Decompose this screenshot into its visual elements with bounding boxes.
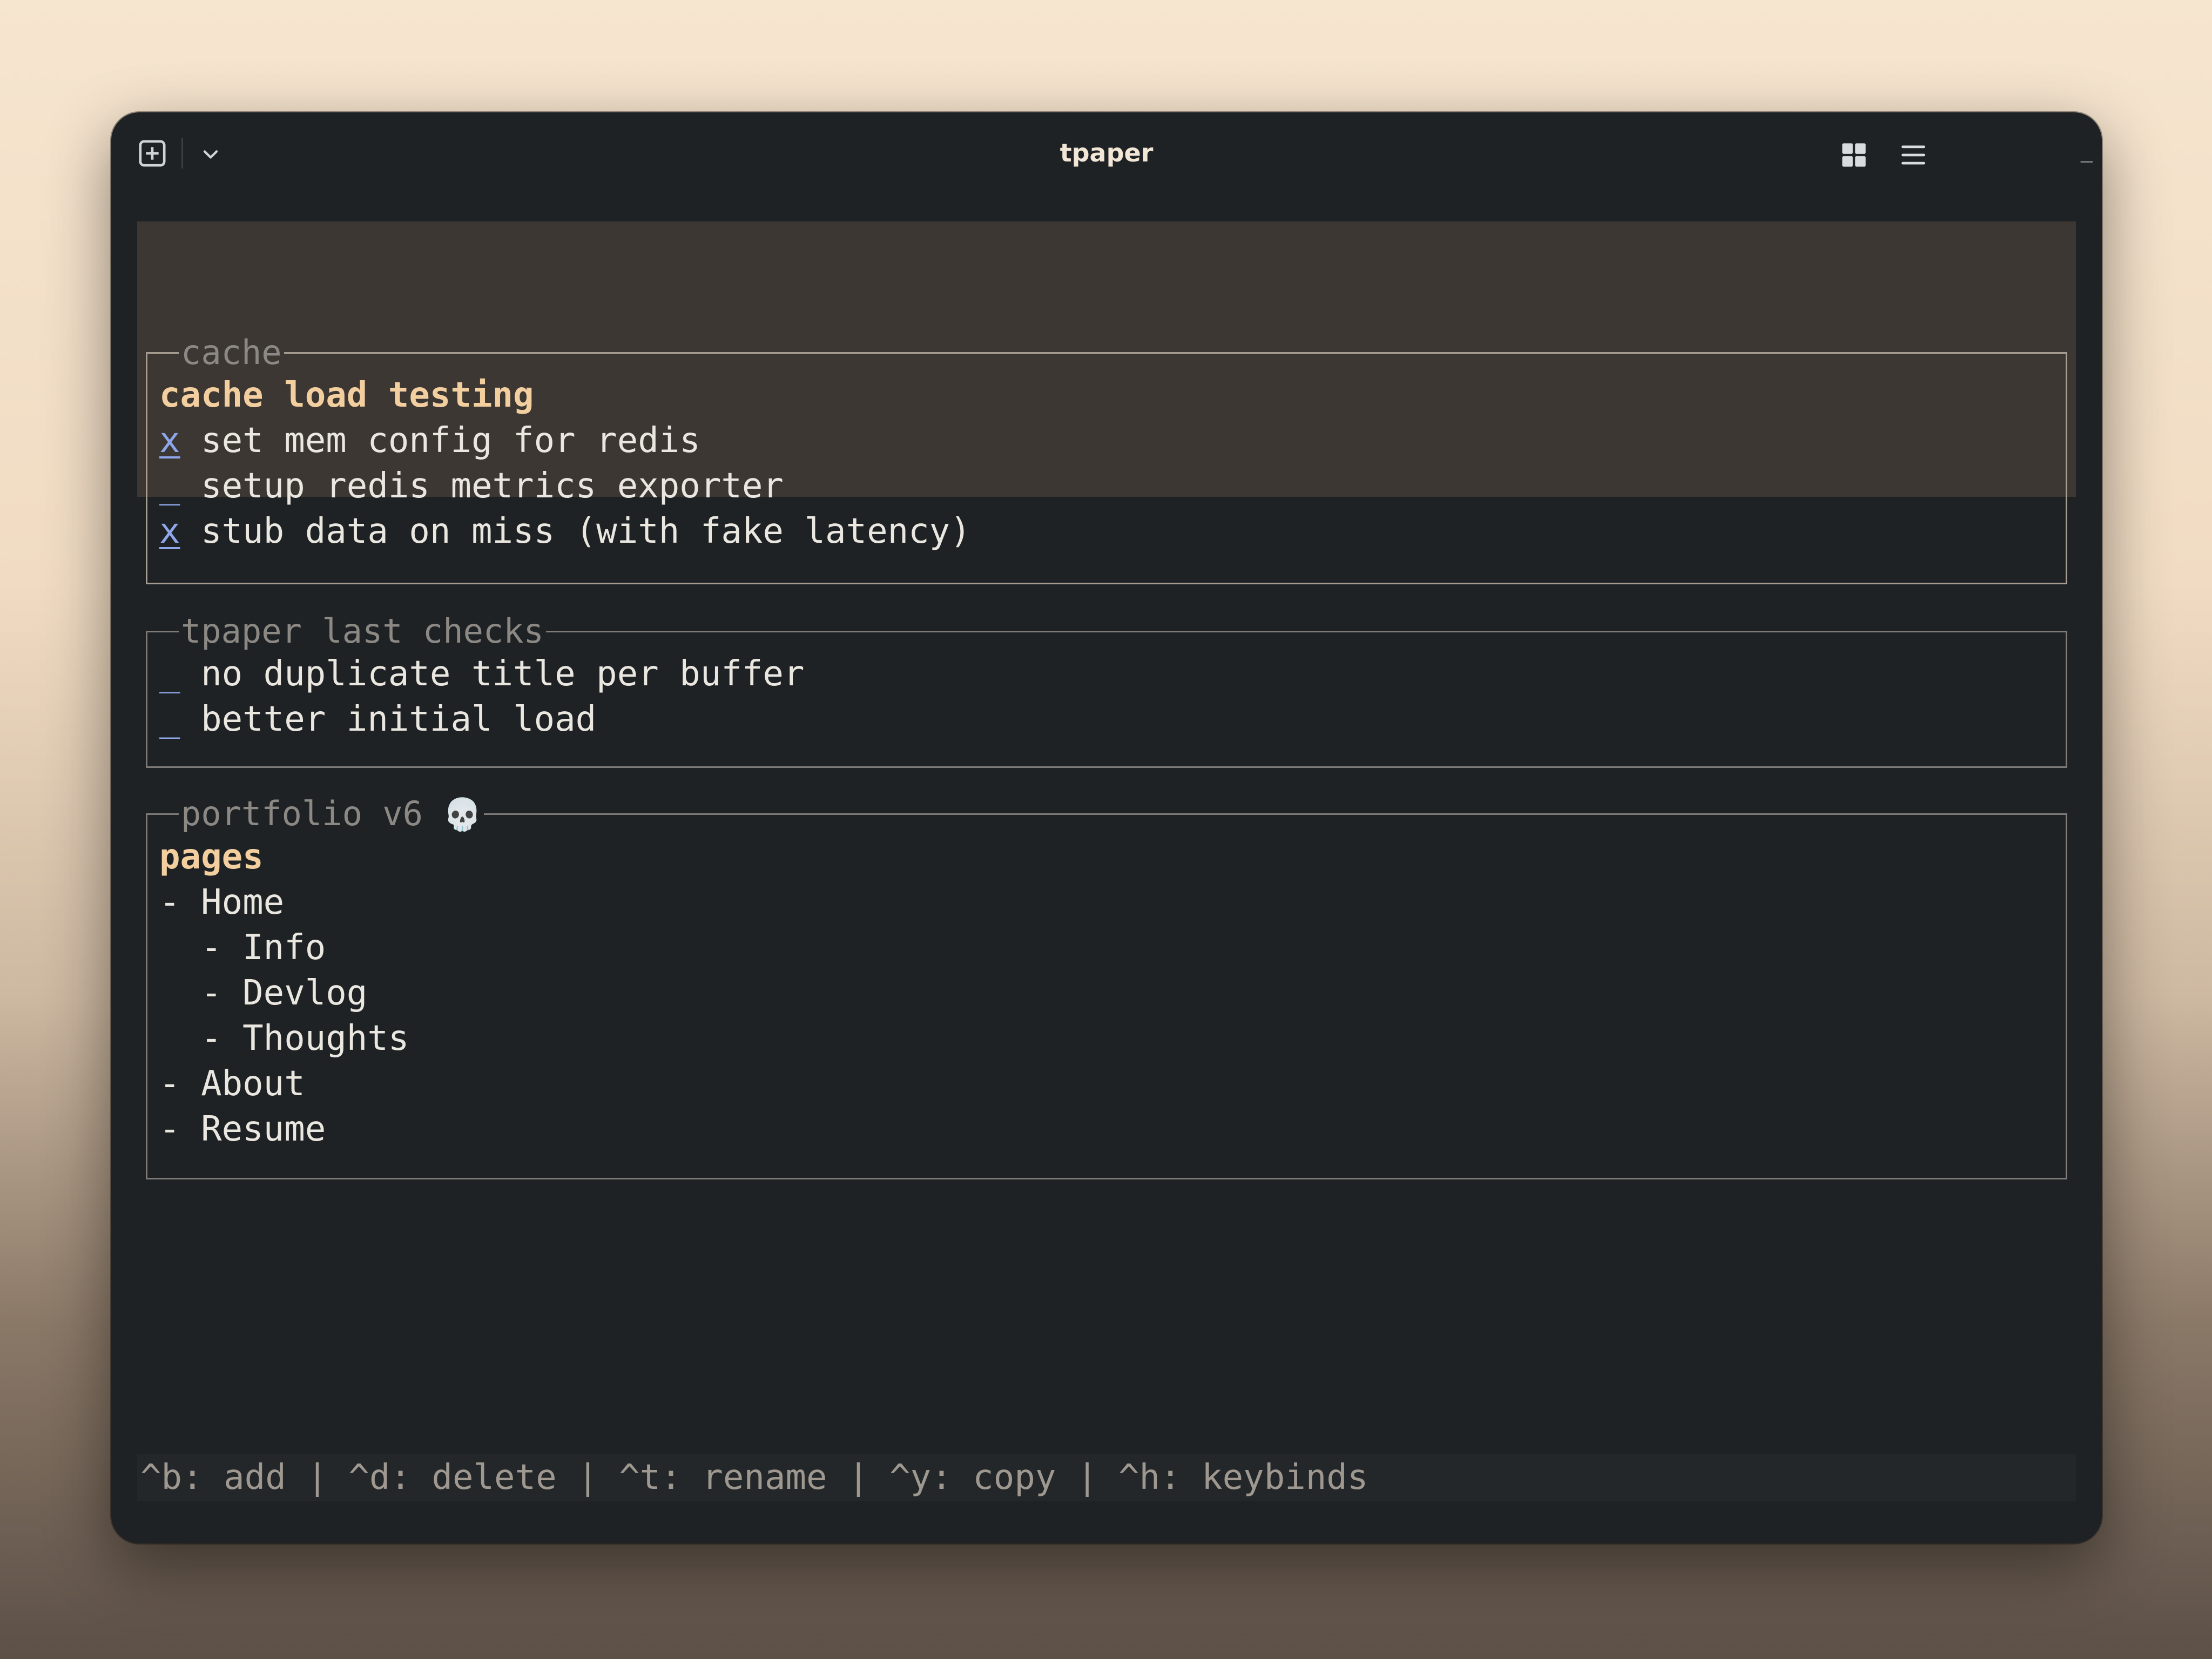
buffer-portfolio-v6[interactable]: portfolio v6 💀 pages - Home - Info - Dev… [146, 796, 2067, 1179]
buffer-cache[interactable]: cache cache load testing x set mem confi… [146, 335, 2067, 584]
todo-item[interactable]: x set mem config for redis [159, 418, 2054, 463]
skull-icon: 💀 [443, 796, 482, 833]
buffer-label: cache [181, 333, 282, 372]
list-item: - Thoughts [159, 1019, 409, 1058]
todo-text: stub data on miss (with fake latency) [180, 511, 971, 551]
todo-text: set mem config for redis [180, 421, 700, 461]
keybind-status-bar: ^b: add | ^d: delete | ^t: rename | ^y: … [137, 1454, 2076, 1501]
todo-item[interactable]: _ no duplicate title per buffer [159, 651, 2054, 697]
list-item: - Devlog [159, 973, 368, 1013]
todo-text: better initial load [180, 699, 597, 739]
todo-checkbox[interactable]: _ [159, 654, 180, 694]
todo-text: setup redis metrics exporter [180, 466, 784, 506]
list-item: - Info [159, 928, 326, 968]
buffer-label: portfolio v6 💀 [179, 794, 484, 833]
buffer-tpaper-last-checks[interactable]: tpaper last checks _ no duplicate title … [146, 613, 2067, 768]
list-item: - Home [159, 882, 285, 922]
todo-checkbox[interactable]: x [159, 511, 180, 551]
todo-checkbox[interactable]: _ [159, 699, 180, 739]
todo-item[interactable]: _ setup redis metrics exporter [159, 463, 2054, 509]
buffer-label-text: portfolio v6 [181, 794, 443, 833]
buffer-label: tpaper last checks [181, 611, 544, 651]
list-item: - About [159, 1064, 305, 1104]
todo-text: no duplicate title per buffer [180, 654, 805, 694]
todo-checkbox[interactable]: x [159, 421, 180, 461]
todo-item[interactable]: _ better initial load [159, 697, 2054, 742]
todo-item[interactable]: x stub data on miss (with fake latency) [159, 509, 2054, 554]
todo-checkbox[interactable]: _ [159, 466, 180, 506]
buffer-title: pages [159, 837, 264, 877]
buffer-title: cache load testing [159, 375, 534, 415]
buffer-list: cache cache load testing x set mem confi… [111, 112, 2102, 1543]
app-window: tpaper cache cache load testing x set me… [111, 112, 2102, 1543]
list-item: - Resume [159, 1109, 326, 1149]
